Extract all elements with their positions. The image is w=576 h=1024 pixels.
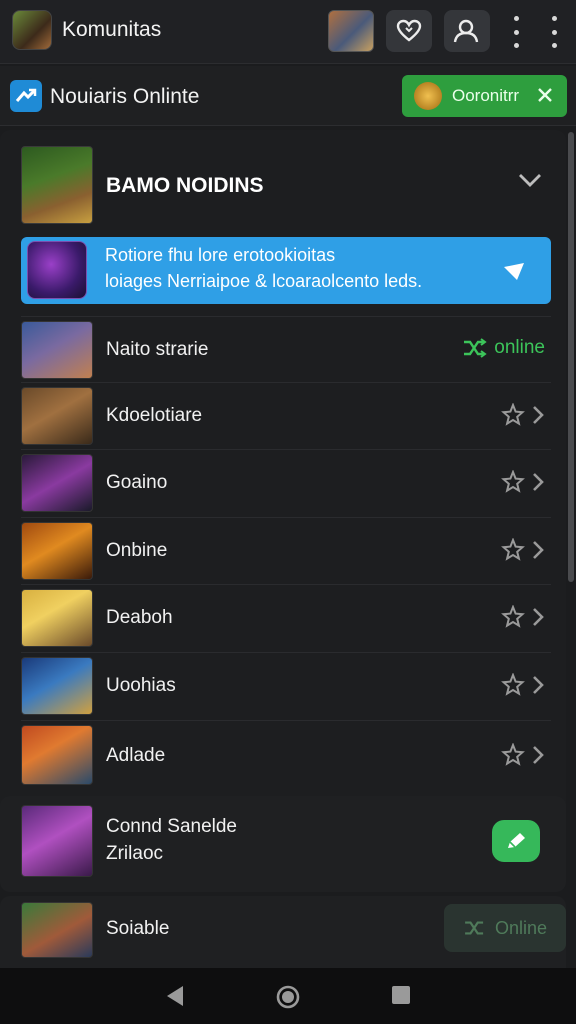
game-thumbnail xyxy=(21,321,93,379)
list-item-label: Naito strarie xyxy=(106,339,209,360)
online-button[interactable]: Online xyxy=(444,904,566,952)
more-vertical-icon[interactable] xyxy=(508,16,524,48)
system-navigation-bar xyxy=(0,968,576,1024)
game-thumbnail xyxy=(21,902,93,958)
list-item[interactable]: Adlade xyxy=(21,720,551,792)
badge-icon xyxy=(414,82,442,110)
list-item[interactable]: Uoohias xyxy=(21,652,551,719)
game-thumbnail xyxy=(21,522,93,580)
star-icon[interactable] xyxy=(501,538,525,562)
featured-line-2: Zrilaoc xyxy=(106,843,164,864)
list-item-label: Goaino xyxy=(106,472,168,493)
back-icon[interactable] xyxy=(164,984,186,1008)
online-status: online xyxy=(462,337,545,359)
group-header-bar: Nouiaris Onlinte Ooronitrr xyxy=(0,66,576,126)
favorites-button[interactable] xyxy=(386,10,432,52)
recents-icon[interactable] xyxy=(390,984,412,1006)
game-thumbnail[interactable] xyxy=(328,10,374,52)
list-item[interactable]: Deaboh xyxy=(21,584,551,651)
app-logo-icon xyxy=(10,80,42,112)
section-header[interactable]: BAMO NOIDINS xyxy=(0,130,566,234)
shuffle-icon xyxy=(465,921,484,935)
list-item[interactable]: Naito strarie online xyxy=(21,316,551,382)
list-item-label: Onbine xyxy=(106,540,168,561)
star-icon[interactable] xyxy=(501,673,525,697)
star-icon[interactable] xyxy=(501,470,525,494)
status-text: online xyxy=(494,337,545,358)
heart-icon xyxy=(396,19,422,42)
chevron-right-icon[interactable] xyxy=(531,674,545,696)
close-icon[interactable] xyxy=(535,85,555,105)
list-item-label: Deaboh xyxy=(106,607,173,628)
edit-button[interactable] xyxy=(492,820,540,862)
list-item[interactable]: Soiable Online xyxy=(0,896,566,968)
section-game-thumbnail xyxy=(21,146,93,224)
game-thumbnail xyxy=(21,589,93,647)
chevron-down-icon[interactable] xyxy=(518,172,542,188)
list-item[interactable]: Kdoelotiare xyxy=(21,382,551,449)
featured-line-1: Connd Sanelde xyxy=(106,816,237,837)
highlight-banner[interactable]: Rotiore fhu lore erotookioitas loiages N… xyxy=(21,237,551,304)
game-thumbnail xyxy=(21,387,93,445)
status-pill-label: Ooronitrr xyxy=(452,86,520,105)
list-item-label: Adlade xyxy=(106,745,166,766)
chevron-right-icon[interactable] xyxy=(531,471,545,493)
chevron-right-icon[interactable] xyxy=(531,404,545,426)
community-button[interactable] xyxy=(444,10,490,52)
group-title: Nouiaris Onlinte xyxy=(50,85,200,108)
scrollbar[interactable] xyxy=(568,132,574,582)
app-title: Komunitas xyxy=(62,18,162,41)
game-thumbnail xyxy=(21,725,93,785)
banner-line-1: Rotiore fhu lore erotookioitas xyxy=(105,245,336,265)
chevron-right-icon[interactable] xyxy=(531,606,545,628)
game-thumbnail xyxy=(21,805,93,877)
banner-game-thumbnail xyxy=(27,241,87,299)
list-item[interactable]: Onbine xyxy=(21,517,551,584)
star-icon[interactable] xyxy=(501,605,525,629)
star-icon[interactable] xyxy=(501,743,525,767)
online-button-label: Online xyxy=(494,917,548,938)
list-item-label: Soiable xyxy=(106,918,170,939)
chevron-right-icon[interactable] xyxy=(531,539,545,561)
star-icon[interactable] xyxy=(501,403,525,427)
send-icon[interactable] xyxy=(503,261,525,281)
pencil-icon xyxy=(508,833,525,848)
users-icon xyxy=(453,19,479,43)
section-title: BAMO NOIDINS xyxy=(106,174,264,197)
chevron-right-icon[interactable] xyxy=(531,744,545,766)
list-item[interactable]: Goaino xyxy=(21,449,551,516)
banner-line-2: loiages Nerriaipoe & lcoaraolcento leds. xyxy=(105,271,423,291)
list-item-label: Kdoelotiare xyxy=(106,405,203,426)
shuffle-icon xyxy=(464,338,487,358)
list-item-label: Uoohias xyxy=(106,675,176,696)
top-app-bar: Komunitas xyxy=(0,0,576,64)
overflow-menu-icon[interactable] xyxy=(546,16,562,48)
profile-avatar[interactable] xyxy=(12,10,52,50)
featured-list-item[interactable]: Connd Sanelde Zrilaoc xyxy=(0,796,566,892)
home-icon[interactable] xyxy=(275,984,301,1010)
game-thumbnail xyxy=(21,657,93,715)
status-pill[interactable]: Ooronitrr xyxy=(402,75,567,117)
game-thumbnail xyxy=(21,454,93,512)
